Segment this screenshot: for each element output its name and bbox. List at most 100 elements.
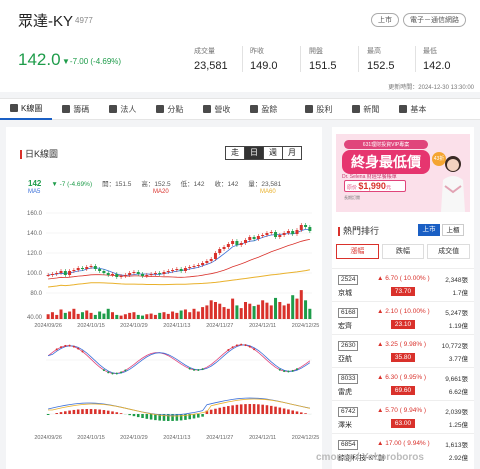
- oscillator-signal-dot: [64, 344, 67, 347]
- promo-banner[interactable]: 631理財投資VIP專案 終身最低價 43折 Dr. Selena 財經早餐帳單…: [336, 134, 470, 212]
- tab-turnover[interactable]: 成交值: [427, 244, 471, 259]
- volume-bar: [89, 312, 93, 319]
- kline-chart[interactable]: 160.0 140.0 120.0 100.0 80.0 40.00 2024/09/26 2…: [6, 127, 322, 469]
- volume-bar: [123, 314, 127, 319]
- candle-body: [188, 267, 192, 268]
- candle-body: [162, 272, 166, 274]
- ranking-row[interactable]: 6168 宏齊 ▲ 2.10 ( 10.00% ) 23.10 5,247張 1…: [332, 301, 474, 334]
- candle-body: [248, 237, 252, 240]
- candle-body: [261, 235, 265, 236]
- macd-histogram-bar: [184, 414, 187, 420]
- row-code: 2524: [338, 275, 359, 285]
- tab-institution[interactable]: 法人: [99, 98, 146, 120]
- date-tick-label: 2024/11/13: [163, 435, 190, 441]
- macd-histogram-bar: [68, 410, 71, 414]
- volume-bar: [222, 307, 226, 319]
- volume-bar: [282, 305, 286, 319]
- tab-label: 籌碼: [73, 104, 90, 114]
- macd-histogram-bar: [265, 405, 269, 414]
- macd-histogram-bar: [85, 409, 89, 414]
- ranking-row[interactable]: 6742 澤米 ▲ 5.70 ( 9.94% ) 63.00 2,039張 1.…: [332, 400, 474, 433]
- tab-chips[interactable]: 籌碼: [52, 98, 99, 120]
- volume-bar: [304, 300, 308, 319]
- volume-bar: [286, 303, 290, 319]
- macd-histogram-bar: [197, 414, 200, 418]
- tab-earnings[interactable]: 盈餘: [240, 98, 287, 120]
- candle-body: [278, 235, 282, 237]
- tab-dividend[interactable]: 股利: [295, 98, 342, 120]
- macd-histogram-bar: [179, 414, 183, 421]
- ad-top-line: 631理財投資VIP專案: [344, 140, 428, 149]
- candle-body: [136, 272, 140, 274]
- volume-bar: [205, 305, 209, 319]
- volume-bar: [183, 309, 187, 319]
- candle-body: [201, 263, 205, 265]
- row-volume: 2,348張: [445, 277, 468, 284]
- volume-bar: [63, 312, 67, 319]
- candle-body: [175, 269, 179, 270]
- volume-bar: [196, 311, 200, 319]
- macd-histogram-bar: [119, 413, 123, 414]
- row-code: 8033: [338, 374, 359, 384]
- candle-body: [243, 240, 248, 243]
- volume-bar: [68, 311, 72, 319]
- row-name: 澤米: [338, 422, 352, 429]
- broker-icon: [156, 105, 165, 113]
- row-volume: 2,039張: [445, 409, 468, 416]
- ranking-row[interactable]: 2630 亞航 ▲ 3.25 ( 9.98% ) 35.80 10,772張 3…: [332, 334, 474, 367]
- candle-body: [80, 268, 84, 269]
- volume-bar: [248, 303, 252, 319]
- oscillator-signal-dot: [120, 371, 123, 374]
- volume-bar: [175, 312, 179, 319]
- tab-basic[interactable]: 基本: [389, 98, 436, 120]
- candle-body: [209, 259, 213, 261]
- oscillator-signal-dot: [201, 368, 204, 371]
- tab-broker[interactable]: 分點: [146, 98, 193, 120]
- macd-histogram-bar: [261, 404, 264, 414]
- macd-histogram-bar: [136, 414, 140, 418]
- industry-tag[interactable]: 電子－通信網路: [403, 13, 466, 27]
- oscillator-signal-dot: [278, 368, 281, 371]
- ranking-row[interactable]: 8033 雷虎 ▲ 6.30 ( 9.95% ) 69.60 9,661張 6.…: [332, 367, 474, 400]
- tab-news[interactable]: 新聞: [342, 98, 389, 120]
- ranking-row[interactable]: 2524 京城 ▲ 6.70 ( 10.00% ) 73.70 2,348張 1…: [332, 268, 474, 301]
- macd-histogram-bar: [59, 412, 63, 414]
- candle-body: [102, 271, 106, 273]
- volume-bar: [218, 303, 222, 319]
- candle-body: [231, 241, 235, 244]
- candle-body: [291, 231, 295, 234]
- macd-histogram-bar: [55, 413, 59, 414]
- volume-bar: [115, 314, 119, 319]
- tab-revenue[interactable]: 營收: [193, 98, 240, 120]
- market-tag[interactable]: 上市: [371, 13, 399, 27]
- stat-value: 149.0: [250, 60, 278, 72]
- tab-label: 股利: [316, 104, 333, 114]
- oscillator-d-line: [47, 344, 311, 374]
- market-otc-button[interactable]: 上櫃: [442, 224, 464, 236]
- oscillator-signal-dot: [72, 345, 75, 348]
- tab-losers[interactable]: 跌幅: [381, 244, 425, 259]
- date-tick-label: 2024/10/29: [120, 435, 148, 441]
- stat-low: 最低 142.0: [423, 46, 451, 72]
- volume-bar: [274, 297, 278, 319]
- date-tick-label: 2024/11/13: [163, 323, 190, 329]
- row-amount: 1.7億: [452, 290, 468, 297]
- volume-bar: [46, 314, 50, 319]
- stat-high: 最高 152.5: [367, 46, 395, 72]
- price-tick-label: 160.0: [27, 211, 43, 217]
- macd-histogram-bar: [222, 406, 226, 414]
- grid-icon: [399, 105, 408, 113]
- divider: [358, 46, 359, 72]
- price-tick-label: 100.0: [27, 271, 43, 277]
- ad-fine-print: 長期訂閱: [344, 195, 360, 200]
- ad-price-prefix: 原价: [347, 185, 358, 191]
- macd-histogram-bar: [132, 414, 136, 417]
- candle-body: [128, 273, 132, 275]
- volume-bar: [235, 305, 239, 319]
- market-listed-button[interactable]: 上市: [418, 224, 440, 236]
- candle-body: [295, 230, 299, 234]
- oscillator-signal-dot: [240, 343, 243, 346]
- tab-kline[interactable]: K線圖: [0, 98, 53, 120]
- candle-body: [106, 273, 110, 275]
- tab-gainers[interactable]: 漲幅: [336, 244, 379, 259]
